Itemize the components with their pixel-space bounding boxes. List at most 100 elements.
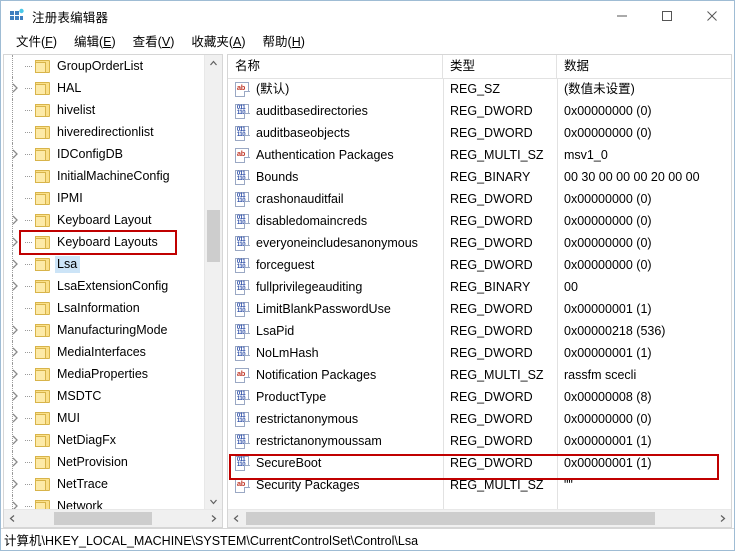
menu-item-3[interactable]: 查看(V) [125,32,184,52]
close-button[interactable] [689,1,734,31]
dword-value-icon: 011110 [235,302,250,317]
tree-item-hivelist[interactable]: hivelist [4,99,206,121]
column-header-1[interactable]: 名称 [228,55,443,78]
registry-tree[interactable]: GroupOrderListHAL hivelist hiveredirection… [4,55,206,510]
maximize-button[interactable] [644,1,689,31]
chevron-right-icon[interactable] [8,275,24,297]
tree-item-mediainterfaces[interactable]: MediaInterfaces [4,341,206,363]
list-body[interactable]: ab(默认)REG_SZ(数值未设置)011110auditbasedirect… [228,78,731,510]
tree-item-label: NetDiagFx [55,432,119,449]
chevron-right-icon[interactable] [8,77,24,99]
tree-connector-dots [24,209,35,231]
tree-connector-dots [24,429,35,451]
tree-item-label: MediaProperties [55,366,151,383]
chevron-right-icon[interactable] [8,407,24,429]
tree-scroll-right-icon[interactable] [205,510,222,527]
value-type-cell: REG_DWORD [450,320,560,342]
tree-item-nettrace[interactable]: NetTrace [4,473,206,495]
tree-scroll-thumb[interactable] [207,210,220,262]
tree-hscroll-thumb[interactable] [54,512,152,525]
tree-scroll-left-icon[interactable] [4,510,21,527]
value-name-text: Notification Packages [256,368,376,382]
tree-item-msdtc[interactable]: MSDTC [4,385,206,407]
tree-vertical-scrollbar[interactable] [204,55,222,510]
tree-item-hiveredirectionlist[interactable]: hiveredirectionlist [4,121,206,143]
tree-item-network[interactable]: Network [4,495,206,510]
tree-scroll-down-icon[interactable] [205,493,222,510]
tree-item-hal[interactable]: HAL [4,77,206,99]
value-row[interactable]: 011110everyoneincludesanonymousREG_DWORD… [228,232,731,254]
value-row[interactable]: 011110fullprivilegeauditingREG_BINARY00 [228,276,731,298]
value-row[interactable]: 011110disabledomaincredsREG_DWORD0x00000… [228,210,731,232]
value-row[interactable]: 011110NoLmHash REG_DWORD0x00000001 (1) [228,342,731,364]
chevron-right-icon[interactable] [8,319,24,341]
chevron-right-icon[interactable] [8,385,24,407]
value-row[interactable]: 011110restrictanonymousREG_DWORD0x000000… [228,408,731,430]
value-name-cell: abNotification Packages [235,364,440,386]
tree-connector-dots [24,407,35,429]
column-header-2[interactable]: 类型 [443,55,557,78]
tree-scroll-up-icon[interactable] [205,55,222,72]
value-type-cell: REG_DWORD [450,342,560,364]
tree-item-lsa[interactable]: Lsa [4,253,206,275]
chevron-right-icon[interactable] [8,363,24,385]
value-row[interactable]: 011110LimitBlankPasswordUseREG_DWORD0x00… [228,298,731,320]
tree-item-keyboard-layout[interactable]: Keyboard Layout [4,209,206,231]
value-name-cell: 011110NoLmHash [235,342,440,364]
list-horizontal-scrollbar[interactable] [228,509,731,527]
chevron-right-icon[interactable] [8,209,24,231]
list-scroll-left-icon[interactable] [228,510,245,527]
menu-item-2[interactable]: 编辑(E) [66,32,125,52]
value-row[interactable]: 011110forceguestREG_DWORD0x00000000 (0) [228,254,731,276]
tree-item-lsaextensionconfig[interactable]: LsaExtensionConfig [4,275,206,297]
tree-item-ipmi[interactable]: IPMI [4,187,206,209]
value-row[interactable]: abAuthentication PackagesREG_MULTI_SZmsv… [228,144,731,166]
chevron-right-icon[interactable] [8,429,24,451]
value-row[interactable]: 011110LsaPidREG_DWORD0x00000218 (536) [228,320,731,342]
list-hscroll-thumb[interactable] [246,512,655,525]
tree-item-mediaproperties[interactable]: MediaProperties [4,363,206,385]
minimize-button[interactable] [599,1,644,31]
value-data-cell: 0x00000001 (1) [564,342,729,364]
chevron-right-icon[interactable] [8,143,24,165]
column-header-3[interactable]: 数据 [557,55,731,78]
tree-item-idconfigdb[interactable]: IDConfigDB [4,143,206,165]
tree-item-initialmachineconfig[interactable]: InitialMachineConfig [4,165,206,187]
value-row[interactable]: 011110SecureBootREG_DWORD0x00000001 (1) [228,452,731,474]
menu-item-4[interactable]: 收藏夹(A) [183,32,254,52]
tree-item-netdiagfx[interactable]: NetDiagFx [4,429,206,451]
value-row[interactable]: 011110restrictanonymoussamREG_DWORD0x000… [228,430,731,452]
chevron-right-icon[interactable] [8,451,24,473]
tree-item-mui[interactable]: MUI [4,407,206,429]
value-row[interactable]: abNotification PackagesREG_MULTI_SZrassf… [228,364,731,386]
list-scroll-right-icon[interactable] [714,510,731,527]
value-name-text: auditbaseobjects [256,126,350,140]
value-data-cell: msv1_0 [564,144,729,166]
tree-item-label: IPMI [55,190,86,207]
chevron-right-icon[interactable] [8,341,24,363]
value-row[interactable]: 011110crashonauditfailREG_DWORD0x0000000… [228,188,731,210]
tree-item-keyboard-layouts[interactable]: Keyboard Layouts [4,231,206,253]
value-name-cell: 011110auditbaseobjects [235,122,440,144]
value-data-cell: "" [564,474,729,496]
value-row[interactable]: ab(默认)REG_SZ(数值未设置) [228,78,731,100]
value-data-cell: 0x00000001 (1) [564,298,729,320]
value-name-cell: 011110crashonauditfail [235,188,440,210]
value-row[interactable]: 011110auditbaseobjectsREG_DWORD0x0000000… [228,122,731,144]
value-row[interactable]: abSecurity PackagesREG_MULTI_SZ"" [228,474,731,496]
menu-item-5[interactable]: 帮助(H) [255,32,314,52]
value-row[interactable]: 011110BoundsREG_BINARY00 30 00 00 00 20 … [228,166,731,188]
tree-item-grouporderlist[interactable]: GroupOrderList [4,55,206,77]
tree-item-netprovision[interactable]: NetProvision [4,451,206,473]
value-row[interactable]: 011110auditbasedirectoriesREG_DWORD0x000… [228,100,731,122]
tree-item-lsainformation[interactable]: LsaInformation [4,297,206,319]
tree-horizontal-scrollbar[interactable] [4,509,222,527]
tree-item-label: hivelist [55,102,98,119]
tree-item-manufacturingmode[interactable]: ManufacturingMode [4,319,206,341]
menu-item-1[interactable]: 文件(F) [8,32,66,52]
chevron-right-icon[interactable] [8,253,24,275]
chevron-right-icon[interactable] [8,473,24,495]
chevron-right-icon[interactable] [8,495,24,510]
value-row[interactable]: 011110ProductTypeREG_DWORD0x00000008 (8) [228,386,731,408]
chevron-right-icon[interactable] [8,231,24,253]
